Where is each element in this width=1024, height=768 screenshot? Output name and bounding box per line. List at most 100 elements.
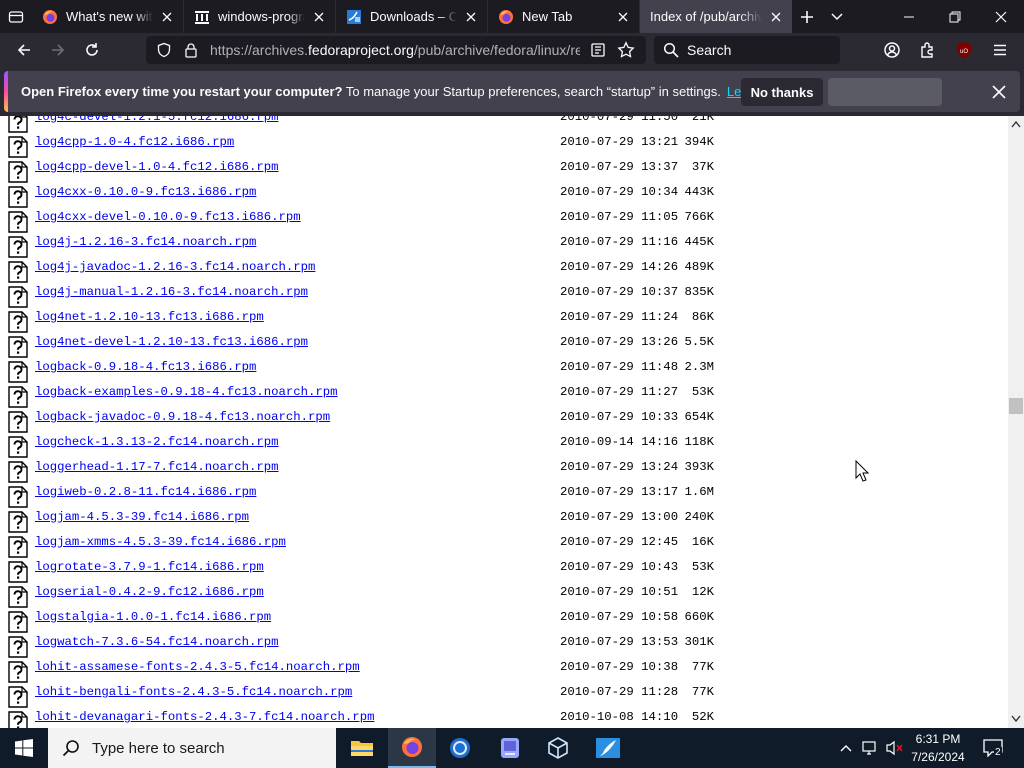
ublock-origin-icon: uO (957, 42, 971, 58)
file-link[interactable]: log4j-javadoc-1.2.16-3.fc14.noarch.rpm (35, 260, 315, 274)
file-link[interactable]: lohit-devanagari-fonts-2.4.3-7.fc14.noar… (35, 710, 374, 724)
file-link[interactable]: log4j-1.2.16-3.fc14.noarch.rpm (35, 235, 256, 249)
account-button[interactable] (875, 33, 909, 67)
no-thanks-button[interactable]: No thanks (741, 78, 823, 106)
vertical-scrollbar[interactable] (1008, 116, 1024, 728)
taskbar-file-explorer[interactable] (338, 728, 386, 768)
scrollbar-thumb[interactable] (1009, 398, 1023, 414)
file-date: 2010-07-29 12:45 (560, 535, 679, 549)
taskbar-clock[interactable]: 6:31 PM 7/26/2024 (906, 730, 970, 766)
file-link[interactable]: logstalgia-1.0.0-1.fc14.i686.rpm (35, 610, 271, 624)
file-row: logjam-4.5.3-39.fc14.i686.rpm 2010-07-29 … (0, 510, 1008, 535)
file-link[interactable]: logrotate-3.7.9-1.fc14.i686.rpm (35, 560, 264, 574)
file-link[interactable]: log4j-manual-1.2.16-3.fc14.noarch.rpm (35, 285, 308, 299)
minimize-button[interactable] (886, 0, 932, 33)
close-window-button[interactable] (978, 0, 1024, 33)
unknown-file-icon (8, 436, 28, 458)
file-link[interactable]: logwatch-7.3.6-54.fc14.noarch.rpm (35, 635, 279, 649)
feather-app-icon (596, 738, 620, 758)
taskbar-app-circle[interactable] (436, 728, 484, 768)
url-text[interactable]: https://archives.fedoraproject.org/pub/a… (210, 42, 580, 58)
file-link[interactable]: logjam-xmms-4.5.3-39.fc14.i686.rpm (35, 535, 286, 549)
lock-icon[interactable] (184, 42, 198, 58)
file-date: 2010-07-29 10:33 (560, 410, 679, 424)
tab-close-button[interactable] (615, 9, 631, 25)
tab-close-button[interactable] (463, 9, 479, 25)
restore-button[interactable] (932, 0, 978, 33)
star-icon[interactable] (617, 41, 635, 59)
file-link[interactable]: logback-examples-0.9.18-4.fc13.noarch.rp… (35, 385, 338, 399)
file-row: logback-0.9.18-4.fc13.i686.rpm 2010-07-29… (0, 360, 1008, 385)
search-icon (62, 740, 79, 757)
file-explorer-icon (351, 741, 373, 756)
oracle-icon (347, 9, 361, 24)
file-link[interactable]: logjam-4.5.3-39.fc14.i686.rpm (35, 510, 249, 524)
firefox-view-button[interactable] (0, 0, 32, 33)
taskbar-app-feather[interactable] (584, 728, 632, 768)
file-size: 443K (684, 185, 714, 199)
back-button[interactable] (7, 33, 41, 67)
scroll-up-arrow-icon[interactable] (1011, 120, 1021, 128)
file-date: 2010-07-29 13:26 (560, 335, 679, 349)
tab-close-button[interactable] (159, 9, 175, 25)
list-all-tabs-button[interactable] (822, 0, 852, 33)
show-hidden-icons-button[interactable] (836, 728, 856, 768)
file-link[interactable]: log4cpp-devel-1.0-4.fc12.i686.rpm (35, 160, 279, 174)
file-link[interactable]: log4cpp-1.0-4.fc12.i686.rpm (35, 135, 234, 149)
tab-label: What's new with Fi (66, 9, 153, 24)
notification-center-button[interactable]: 2 (980, 728, 1006, 768)
file-link[interactable]: logback-javadoc-0.9.18-4.fc13.noarch.rpm (35, 410, 330, 424)
file-link[interactable]: logserial-0.4.2-9.fc12.i686.rpm (35, 585, 264, 599)
file-date: 2010-10-08 14:10 (560, 710, 679, 724)
file-link[interactable]: log4cxx-0.10.0-9.fc13.i686.rpm (35, 185, 256, 199)
file-date: 2010-07-29 10:58 (560, 610, 679, 624)
arrow-right-icon (52, 44, 65, 56)
search-bar[interactable]: Search (654, 36, 840, 64)
taskbar-firefox[interactable] (388, 728, 436, 768)
file-link[interactable]: logback-0.9.18-4.fc13.i686.rpm (35, 360, 256, 374)
file-date: 2010-07-29 13:00 (560, 510, 679, 524)
set-startup-button[interactable] (828, 78, 942, 106)
shield-icon[interactable] (156, 42, 172, 58)
reload-button[interactable] (75, 33, 109, 67)
file-link[interactable]: lohit-assamese-fonts-2.4.3-5.fc14.noarch… (35, 660, 360, 674)
file-link[interactable]: logcheck-1.3.13-2.fc14.noarch.rpm (35, 435, 279, 449)
tab-close-button[interactable] (311, 9, 327, 25)
extensions-button[interactable] (911, 33, 945, 67)
file-link[interactable]: log4c-devel-1.2.1-5.fc12.i686.rpm (35, 116, 279, 124)
file-link[interactable]: lohit-bengali-fonts-2.4.3-5.fc14.noarch.… (35, 685, 352, 699)
new-tab-button[interactable] (792, 0, 822, 33)
browser-tab[interactable]: Downloads – Oracle (336, 0, 488, 33)
tab-close-button[interactable] (768, 9, 784, 25)
menu-button[interactable] (983, 33, 1017, 67)
file-link[interactable]: logiweb-0.2.8-11.fc14.i686.rpm (35, 485, 256, 499)
taskbar-search-box[interactable]: Type here to search (48, 728, 336, 768)
file-size: 12K (691, 585, 714, 599)
taskbar-app-3d[interactable] (534, 728, 582, 768)
forward-button[interactable] (41, 33, 75, 67)
scroll-down-arrow-icon[interactable] (1011, 715, 1021, 723)
notification-close-button[interactable] (988, 81, 1010, 103)
file-link[interactable]: log4cxx-devel-0.10.0-9.fc13.i686.rpm (35, 210, 301, 224)
close-icon (992, 85, 1006, 99)
unknown-file-icon (8, 261, 28, 283)
browser-tab[interactable]: What's new with Fi (32, 0, 184, 33)
file-link[interactable]: log4net-devel-1.2.10-13.fc13.i686.rpm (35, 335, 308, 349)
browser-tab[interactable]: Index of /pub/archive/ (640, 0, 792, 33)
file-date: 2010-07-29 10:43 (560, 560, 679, 574)
file-date: 2010-07-29 13:37 (560, 160, 679, 174)
browser-tab[interactable]: windows-programmi (184, 0, 336, 33)
volume-tray-button[interactable] (884, 728, 906, 768)
start-button[interactable] (0, 728, 48, 768)
ublock-button[interactable]: uO (947, 33, 981, 67)
reader-view-icon[interactable] (590, 42, 606, 58)
network-tray-button[interactable] (860, 728, 882, 768)
file-row: logcheck-1.3.13-2.fc14.noarch.rpm 2010-09… (0, 435, 1008, 460)
browser-tab[interactable]: New Tab (488, 0, 640, 33)
taskbar-app-notes[interactable] (486, 728, 534, 768)
address-bar[interactable]: https://archives.fedoraproject.org/pub/a… (146, 36, 646, 64)
file-size: 5.5K (684, 335, 714, 349)
file-link[interactable]: log4net-1.2.10-13.fc13.i686.rpm (35, 310, 264, 324)
file-link[interactable]: loggerhead-1.17-7.fc14.noarch.rpm (35, 460, 279, 474)
file-date: 2010-07-29 11:05 (560, 210, 679, 224)
